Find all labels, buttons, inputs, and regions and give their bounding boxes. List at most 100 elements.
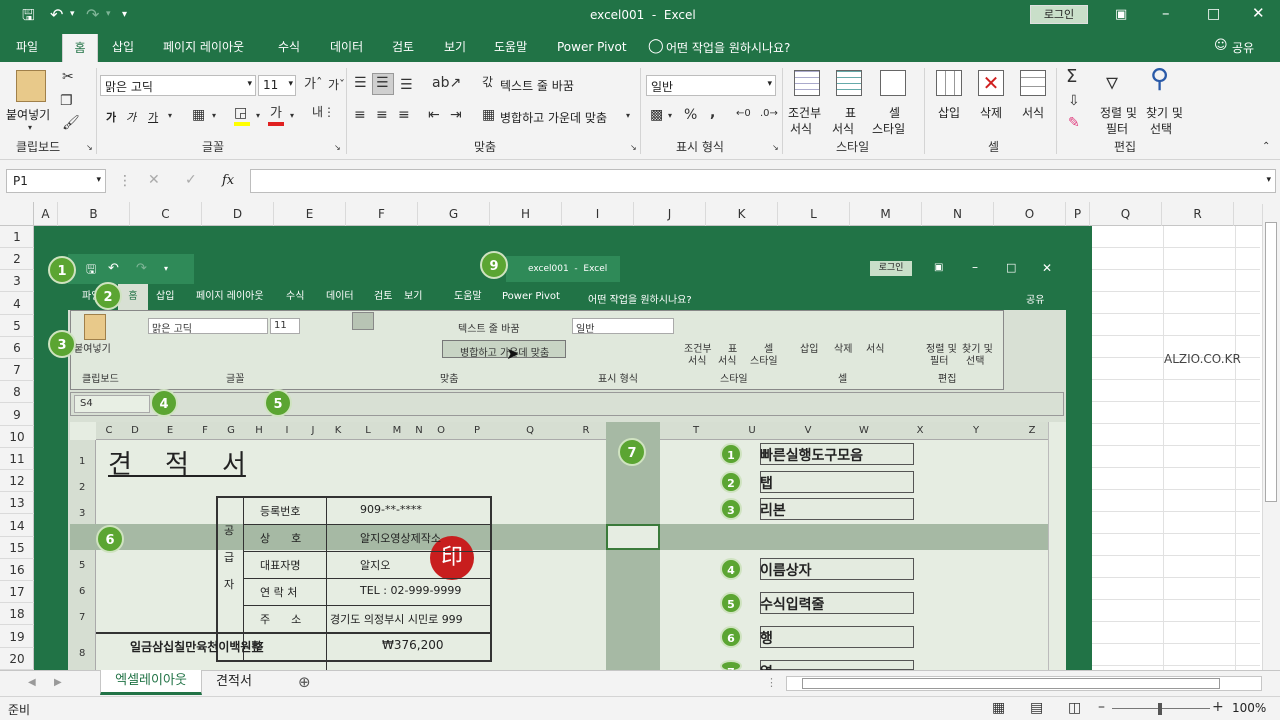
merge-center-button[interactable]: 병합하고 가운데 맞춤 (500, 109, 607, 126)
zoom-slider-thumb[interactable] (1158, 703, 1162, 715)
fill-icon[interactable]: ⇩ (1068, 94, 1080, 108)
formula-input[interactable]: ▾ (250, 169, 1276, 193)
tab-7[interactable]: 보기 (444, 32, 466, 62)
border-dropdown-icon[interactable]: ▾ (212, 112, 216, 120)
row-header-19[interactable]: 19 (0, 626, 34, 648)
row-header-9[interactable]: 9 (0, 404, 34, 426)
autosum-icon[interactable]: Σ (1066, 68, 1077, 86)
sheet-tab-layout[interactable]: 엑셀레이아웃 (100, 670, 202, 695)
align-left-icon[interactable]: ≡ (354, 108, 366, 122)
customize-qat-icon[interactable]: ▾ (122, 10, 127, 20)
cut-icon[interactable]: ✂ (62, 70, 74, 84)
find-select-icon[interactable]: ⚲ (1150, 66, 1169, 92)
align-top-icon[interactable]: ☰ (354, 76, 367, 90)
tab-6[interactable]: 검토 (392, 32, 414, 62)
column-header-O[interactable]: O (994, 202, 1066, 226)
tab-9[interactable]: Power Pivot (557, 32, 627, 62)
format-cells-button[interactable]: 서식 (1022, 104, 1044, 121)
row-header-16[interactable]: 16 (0, 559, 34, 581)
minimize-icon[interactable]: – (1162, 6, 1170, 21)
login-button[interactable]: 로그인 (1030, 5, 1088, 24)
tab-1[interactable]: 홈 (62, 34, 98, 62)
accounting-dropdown-icon[interactable]: ▾ (668, 112, 672, 120)
paste-icon[interactable] (16, 70, 46, 102)
row-header-6[interactable]: 6 (0, 337, 34, 359)
font-size-select[interactable]: 11 ▾ (258, 75, 296, 96)
column-header-C[interactable]: C (130, 202, 202, 226)
format-painter-icon[interactable]: 🖌 (62, 116, 80, 130)
column-header-B[interactable]: B (58, 202, 130, 226)
row-header-12[interactable]: 12 (0, 470, 34, 493)
normal-view-icon[interactable]: ▦ (992, 701, 1005, 715)
collapse-ribbon-icon[interactable]: ⌃ (1262, 142, 1270, 152)
cancel-icon[interactable]: ✕ (148, 173, 160, 187)
column-header-E[interactable]: E (274, 202, 346, 226)
sort-filter-button[interactable]: 정렬 및 (1100, 104, 1137, 121)
align-middle-icon[interactable]: ☰ (376, 76, 389, 90)
conditional-format-icon[interactable] (794, 70, 820, 96)
number-format-select[interactable]: 일반 ▾ (646, 75, 776, 96)
zoom-level[interactable]: 100% (1232, 701, 1266, 715)
row-header-18[interactable]: 18 (0, 603, 34, 626)
tab-3[interactable]: 페이지 레이아웃 (163, 32, 244, 62)
tab-8[interactable]: 도움말 (494, 32, 527, 62)
increase-decimal-icon[interactable]: ←0 (736, 109, 751, 119)
format-as-table-icon[interactable] (836, 70, 862, 96)
fill-color-icon[interactable]: ◲ (234, 106, 247, 120)
select-all-button[interactable] (0, 202, 34, 226)
decrease-decimal-icon[interactable]: .0→ (760, 109, 778, 119)
column-header-A[interactable]: A (34, 202, 58, 226)
copy-icon[interactable]: ❐ (60, 94, 73, 108)
undo-dropdown-icon[interactable]: ▾ (70, 10, 75, 19)
vertical-scroll-thumb[interactable] (1265, 222, 1277, 502)
row-header-1[interactable]: 1 (0, 226, 34, 248)
accounting-format-icon[interactable]: ▩ (650, 108, 663, 122)
column-header-M[interactable]: M (850, 202, 922, 226)
row-header-4[interactable]: 4 (0, 293, 34, 315)
column-header-R[interactable]: R (1162, 202, 1234, 226)
find-select-button[interactable]: 찾기 및 (1146, 104, 1183, 121)
enter-icon[interactable]: ✓ (185, 173, 197, 187)
column-header-H[interactable]: H (490, 202, 562, 226)
column-header-G[interactable]: G (418, 202, 490, 226)
cell-styles-icon[interactable] (880, 70, 906, 96)
zoom-out-icon[interactable]: – (1098, 700, 1105, 714)
comma-icon[interactable]: , (710, 106, 715, 120)
format-as-table-button[interactable]: 표 (845, 104, 856, 121)
row-header-5[interactable]: 5 (0, 315, 34, 337)
alignment-launcher-icon[interactable]: ↘ (630, 144, 637, 152)
page-break-view-icon[interactable]: ◫ (1068, 701, 1081, 715)
italic-button[interactable]: 가 (126, 109, 136, 125)
decrease-font-icon[interactable]: 가ˇ (328, 79, 345, 91)
increase-indent-icon[interactable]: ⇥ (450, 108, 462, 122)
tab-5[interactable]: 데이터 (330, 32, 363, 62)
share-button[interactable]: 공유 (1232, 39, 1254, 56)
clear-icon[interactable]: ✎ (1068, 116, 1080, 130)
format-cells-icon[interactable] (1020, 70, 1046, 96)
insert-function-button[interactable]: fx (222, 173, 234, 188)
insert-cells-icon[interactable] (936, 70, 962, 96)
bold-button[interactable]: 가 (106, 109, 116, 125)
row-header-8[interactable]: 8 (0, 381, 34, 404)
merge-dropdown-icon[interactable]: ▾ (626, 112, 630, 120)
page-layout-view-icon[interactable]: ▤ (1030, 701, 1043, 715)
row-header-7[interactable]: 7 (0, 359, 34, 382)
undo-icon[interactable]: ↶ (50, 7, 63, 23)
conditional-format-button[interactable]: 조건부 (788, 104, 821, 121)
phonetic-icon[interactable]: 내⋮ (312, 106, 335, 118)
column-header-D[interactable]: D (202, 202, 274, 226)
column-header-J[interactable]: J (634, 202, 706, 226)
close-icon[interactable]: ✕ (1252, 6, 1265, 21)
tell-me-input[interactable]: 어떤 작업을 원하시나요? (666, 39, 790, 56)
add-sheet-icon[interactable]: ⊕ (298, 675, 311, 690)
horizontal-scroll-thumb[interactable] (802, 678, 1220, 689)
font-name-select[interactable]: 맑은 고딕 ▾ (100, 75, 256, 96)
prev-sheet-icon[interactable]: ◀ (28, 678, 36, 688)
row-header-15[interactable]: 15 (0, 537, 34, 559)
next-sheet-icon[interactable]: ▶ (54, 678, 62, 688)
fill-dropdown-icon[interactable]: ▾ (256, 112, 260, 120)
row-header-10[interactable]: 10 (0, 426, 34, 448)
underline-dropdown-icon[interactable]: ▾ (168, 112, 172, 120)
wrap-text-button[interactable]: 텍스트 줄 바꿈 (500, 77, 574, 94)
number-launcher-icon[interactable]: ↘ (772, 144, 779, 152)
